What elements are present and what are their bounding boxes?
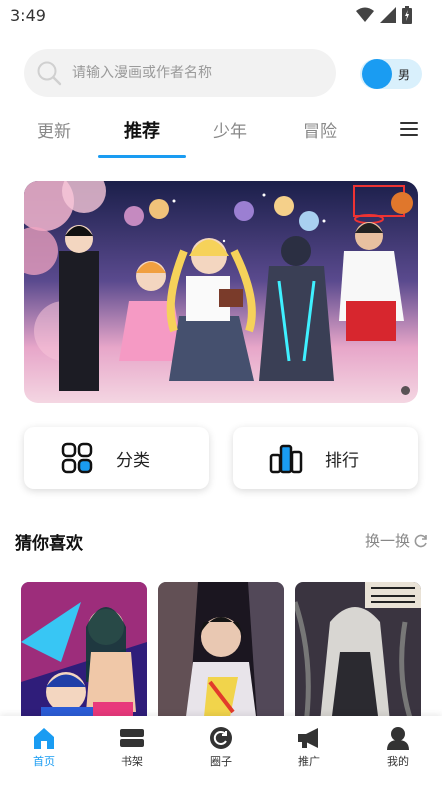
- gender-label: 男: [398, 68, 411, 82]
- nav-promote-label: 推广: [298, 755, 320, 768]
- ranking-button[interactable]: 排行: [233, 427, 418, 489]
- ranking-icon: [269, 444, 303, 474]
- refresh-icon: [414, 534, 427, 547]
- recommend-title: 猜你喜欢: [15, 534, 83, 554]
- wifi-icon: [356, 7, 374, 22]
- category-icon: [61, 442, 93, 474]
- category-button[interactable]: 分类: [24, 427, 209, 489]
- nav-circle-label: 圈子: [210, 755, 232, 768]
- nav-circle[interactable]: 圈子: [191, 726, 251, 769]
- bottom-navigation: 首页 书架 圈子 推广 我的: [0, 716, 442, 786]
- circle-icon: [210, 727, 232, 749]
- nav-bookshelf-label: 书架: [121, 755, 143, 768]
- banner-artwork: [24, 181, 418, 403]
- category-tabs: 更新 推荐 少年 冒险: [0, 112, 442, 158]
- refresh-button[interactable]: 换一换: [365, 530, 428, 551]
- refresh-label: 换一换: [364, 532, 410, 550]
- nav-profile-label: 我的: [387, 755, 409, 768]
- search-bar[interactable]: [24, 49, 336, 97]
- nav-profile[interactable]: 我的: [368, 726, 428, 769]
- nav-home[interactable]: 首页: [14, 726, 74, 769]
- gender-toggle[interactable]: 男: [360, 59, 422, 89]
- comic-cover[interactable]: [295, 582, 421, 732]
- tab-shounen[interactable]: 少年: [213, 117, 247, 142]
- active-tab-indicator: [98, 155, 186, 158]
- comic-cover[interactable]: [21, 582, 147, 732]
- nav-promote[interactable]: 推广: [279, 726, 339, 769]
- comic-cover-artwork: [158, 582, 284, 732]
- ranking-label: 排行: [325, 450, 359, 471]
- comic-cover-artwork: [295, 582, 421, 732]
- search-icon: [37, 61, 62, 86]
- search-input[interactable]: [72, 65, 312, 81]
- tab-recommend[interactable]: 推荐: [124, 117, 160, 143]
- category-label: 分类: [116, 450, 150, 471]
- featured-banner[interactable]: [24, 181, 418, 403]
- status-bar: 3:49: [0, 0, 442, 32]
- status-time: 3:49: [10, 6, 46, 25]
- profile-icon: [387, 727, 409, 750]
- menu-icon[interactable]: [400, 122, 418, 136]
- banner-indicator: [401, 386, 410, 395]
- nav-bookshelf[interactable]: 书架: [102, 726, 162, 769]
- tab-update[interactable]: 更新: [37, 117, 71, 142]
- signal-icon: [380, 7, 396, 23]
- comic-cover-artwork: [21, 582, 147, 732]
- comic-cover[interactable]: [158, 582, 284, 732]
- gender-toggle-knob: [362, 59, 392, 89]
- home-icon: [34, 728, 54, 749]
- battery-icon: [402, 6, 412, 24]
- status-icons: [356, 6, 412, 24]
- bookshelf-icon: [120, 729, 144, 747]
- tab-adventure[interactable]: 冒险: [303, 117, 337, 142]
- nav-home-label: 首页: [33, 755, 55, 768]
- megaphone-icon: [298, 728, 318, 748]
